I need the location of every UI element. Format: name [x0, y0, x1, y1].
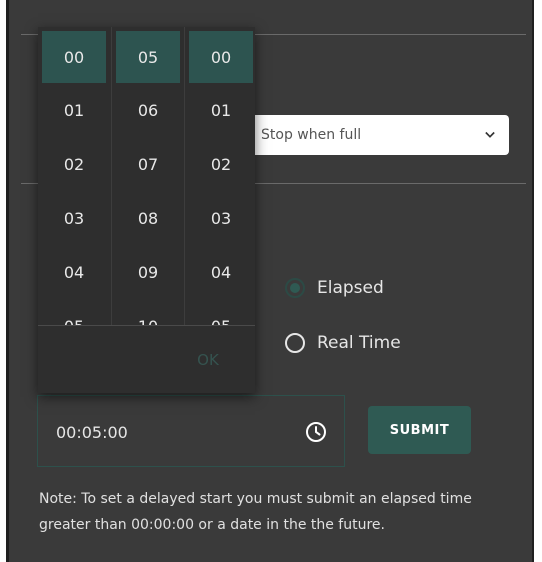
picker-footer-divider: [38, 325, 255, 326]
radio-elapsed-button[interactable]: [285, 278, 305, 298]
minute-option[interactable]: 06: [116, 83, 180, 137]
minute-option[interactable]: 09: [116, 245, 180, 299]
second-option[interactable]: 05: [189, 299, 253, 326]
hour-option[interactable]: 02: [42, 137, 106, 191]
delayed-start-note: Note: To set a delayed start you must su…: [39, 491, 472, 533]
stop-mode-select[interactable]: Stop when full: [249, 115, 509, 155]
minute-option[interactable]: 05: [116, 31, 180, 83]
minute-option[interactable]: 07: [116, 137, 180, 191]
hour-option[interactable]: 01: [42, 83, 106, 137]
hour-option[interactable]: 00: [42, 31, 106, 83]
time-input-field[interactable]: 00:05:00: [37, 395, 345, 467]
hour-option[interactable]: 04: [42, 245, 106, 299]
hour-option[interactable]: 03: [42, 191, 106, 245]
second-option[interactable]: 01: [189, 83, 253, 137]
clock-icon[interactable]: [305, 421, 327, 443]
hours-column[interactable]: 00 01 02 03 04 05: [38, 27, 110, 325]
second-option[interactable]: 00: [189, 31, 253, 83]
time-picker-dropdown: 00 01 02 03 04 05 05 06 07 08 09 10 00 0…: [38, 27, 255, 393]
picker-ok-button[interactable]: OK: [188, 351, 228, 369]
hour-option[interactable]: 05: [42, 299, 106, 326]
radio-real-time[interactable]: Real Time: [285, 333, 401, 353]
minutes-column[interactable]: 05 06 07 08 09 10: [111, 27, 184, 325]
minute-option[interactable]: 08: [116, 191, 180, 245]
stop-mode-select-value: Stop when full: [261, 127, 362, 143]
second-option[interactable]: 04: [189, 245, 253, 299]
submit-button[interactable]: SUBMIT: [368, 406, 471, 454]
radio-real-time-button[interactable]: [285, 333, 305, 353]
radio-elapsed-label: Elapsed: [317, 278, 384, 298]
radio-elapsed[interactable]: Elapsed: [285, 278, 384, 298]
chevron-down-icon: [485, 130, 495, 140]
minute-option[interactable]: 10: [116, 299, 180, 326]
radio-real-time-label: Real Time: [317, 333, 401, 353]
time-input-value: 00:05:00: [56, 423, 128, 442]
second-option[interactable]: 03: [189, 191, 253, 245]
second-option[interactable]: 02: [189, 137, 253, 191]
seconds-column[interactable]: 00 01 02 03 04 05: [184, 27, 255, 325]
